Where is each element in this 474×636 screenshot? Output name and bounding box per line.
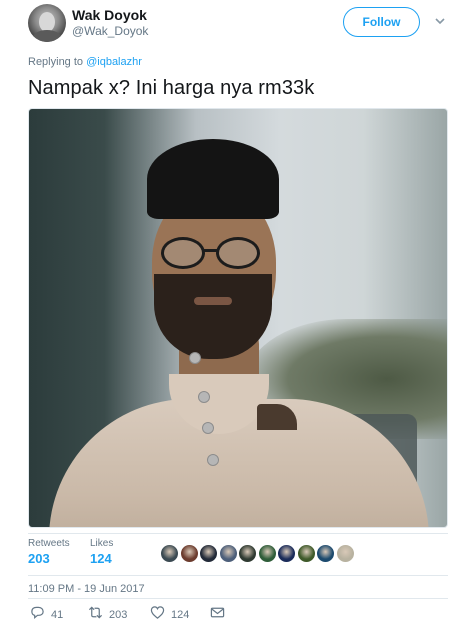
retweets-value: 203 — [28, 551, 50, 566]
envelope-icon — [210, 605, 225, 625]
liker-avatar[interactable] — [238, 544, 257, 563]
tweet-actions: 41 203 124 — [28, 604, 448, 628]
divider — [28, 598, 448, 599]
retweets-label: Retweets — [28, 538, 70, 549]
photo-button — [202, 422, 214, 434]
photo-glasses-left — [161, 237, 205, 269]
photo-glasses-bridge — [204, 249, 218, 252]
photo-button — [189, 352, 201, 364]
tweet-text: Nampak x? Ini harga nya rm33k — [28, 77, 315, 99]
replying-to-link[interactable]: @iqbalazhr — [86, 56, 142, 68]
tweet-photo[interactable] — [28, 108, 448, 528]
avatar-face — [39, 12, 55, 32]
retweet-count: 203 — [109, 609, 128, 621]
replying-to-prefix: Replying to — [28, 56, 87, 68]
reply-button[interactable]: 41 — [30, 604, 63, 626]
photo-glasses-right — [216, 237, 260, 269]
photo-songkok — [147, 139, 279, 219]
liker-avatar[interactable] — [199, 544, 218, 563]
liker-avatar[interactable] — [179, 544, 199, 563]
liker-avatar[interactable] — [316, 544, 335, 563]
replying-to: Replying to @iqbalazhr — [28, 56, 142, 68]
reply-count: 41 — [51, 609, 64, 621]
likes-value: 124 — [90, 551, 112, 566]
photo-mouth — [194, 297, 232, 305]
liker-avatar[interactable] — [257, 544, 277, 563]
tweet-timestamp[interactable]: 11:09 PM - 19 Jun 2017 — [28, 583, 145, 595]
follow-button[interactable]: Follow — [343, 7, 420, 37]
retweet-button[interactable]: 203 — [88, 604, 127, 626]
photo-button — [198, 391, 210, 403]
retweet-icon — [88, 605, 103, 625]
like-button[interactable]: 124 — [150, 604, 189, 626]
liker-avatar[interactable] — [160, 544, 179, 563]
likes-stat[interactable]: Likes 124 — [90, 538, 113, 566]
liker-avatar[interactable] — [218, 544, 238, 563]
tweet-header: Wak Doyok @Wak_Doyok Follow — [0, 0, 474, 52]
avatar[interactable] — [28, 4, 66, 42]
photo-button — [207, 454, 219, 466]
divider — [28, 575, 448, 576]
avatar-shoulders — [32, 30, 62, 42]
liker-avatar[interactable] — [296, 544, 316, 563]
likes-label: Likes — [90, 538, 114, 549]
chevron-down-icon[interactable] — [433, 14, 447, 28]
author-name[interactable]: Wak Doyok — [72, 7, 147, 23]
heart-icon — [150, 605, 165, 625]
author-handle[interactable]: @Wak_Doyok — [72, 24, 148, 38]
like-count: 124 — [171, 609, 190, 621]
divider — [28, 533, 448, 534]
liker-avatar[interactable] — [335, 544, 355, 563]
liker-avatar[interactable] — [277, 544, 296, 563]
direct-message-button[interactable] — [210, 604, 225, 626]
retweets-stat[interactable]: Retweets 203 — [28, 538, 70, 566]
reply-icon — [30, 605, 45, 625]
